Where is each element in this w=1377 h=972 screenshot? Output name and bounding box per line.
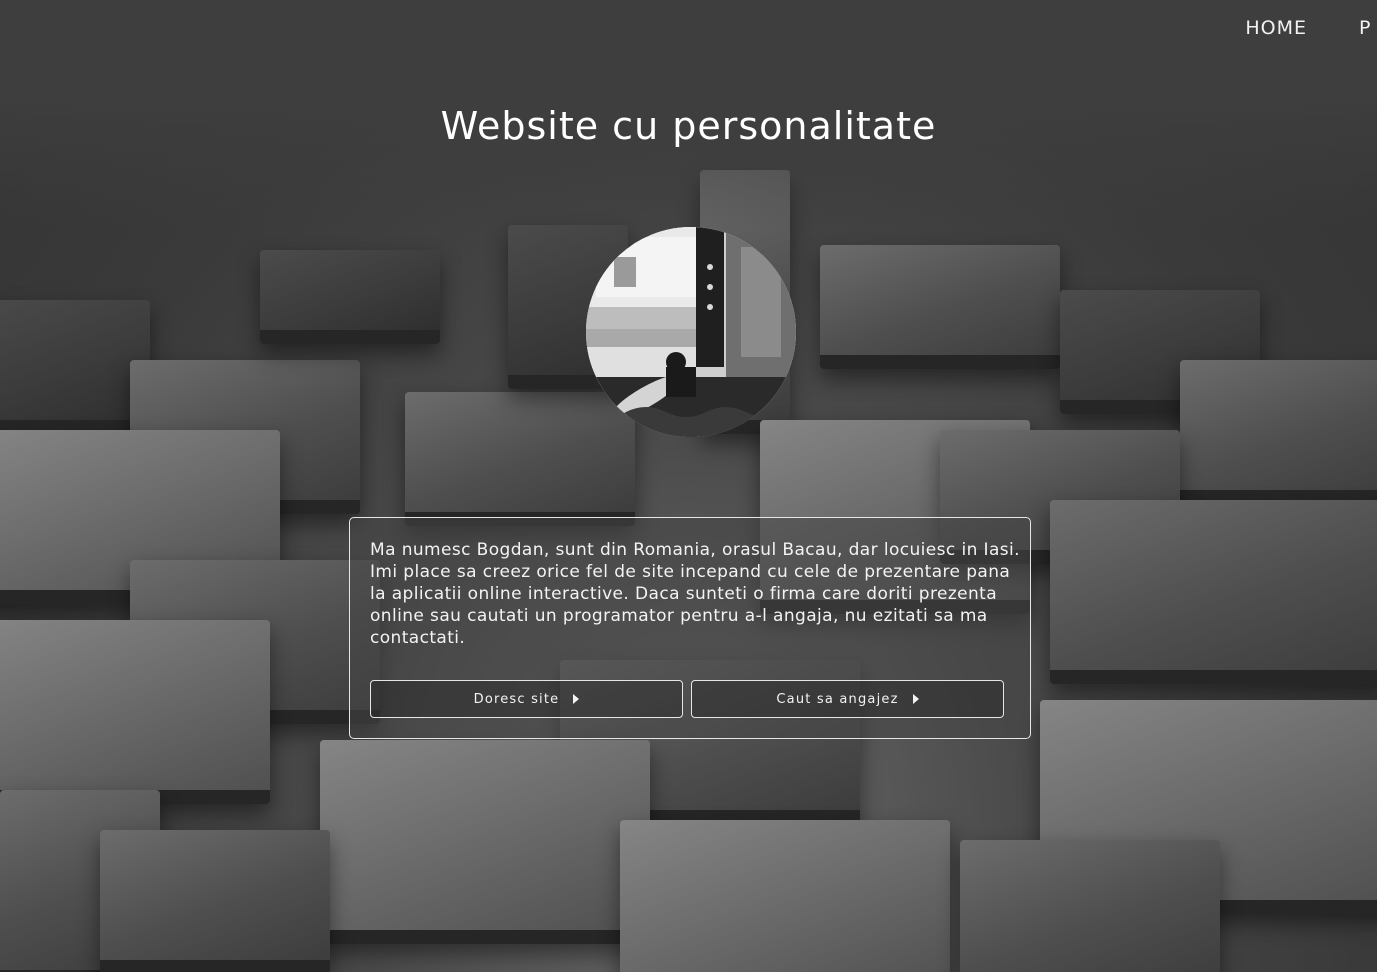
background-cube <box>960 840 1220 972</box>
about-card: Ma numesc Bogdan, sunt din Romania, oras… <box>349 517 1031 739</box>
background-cube <box>0 620 270 804</box>
about-text: Ma numesc Bogdan, sunt din Romania, oras… <box>370 540 1020 648</box>
nav-link-clipped[interactable]: P <box>1359 17 1377 39</box>
background-cube <box>260 250 440 344</box>
nav-link-home[interactable]: HOME <box>1245 17 1307 39</box>
caret-right-icon <box>912 694 919 704</box>
hire-button-label: Caut sa angajez <box>776 691 899 707</box>
background-cube <box>820 245 1060 369</box>
background-cube <box>100 830 330 972</box>
background-cube <box>1050 500 1377 684</box>
page-title: Website cu personalitate <box>440 104 937 148</box>
background-cube <box>320 740 650 944</box>
want-site-button-label: Doresc site <box>473 691 560 707</box>
want-site-button[interactable]: Doresc site <box>370 680 683 718</box>
top-nav: HOME P <box>1245 14 1377 42</box>
background-cube <box>1180 360 1377 504</box>
background-cube <box>620 820 950 972</box>
background-cube <box>405 392 635 526</box>
caret-right-icon <box>573 694 580 704</box>
background-cube <box>0 300 150 434</box>
hire-button[interactable]: Caut sa angajez <box>691 680 1004 718</box>
profile-photo <box>586 227 796 437</box>
profile-photo-image <box>586 227 796 437</box>
